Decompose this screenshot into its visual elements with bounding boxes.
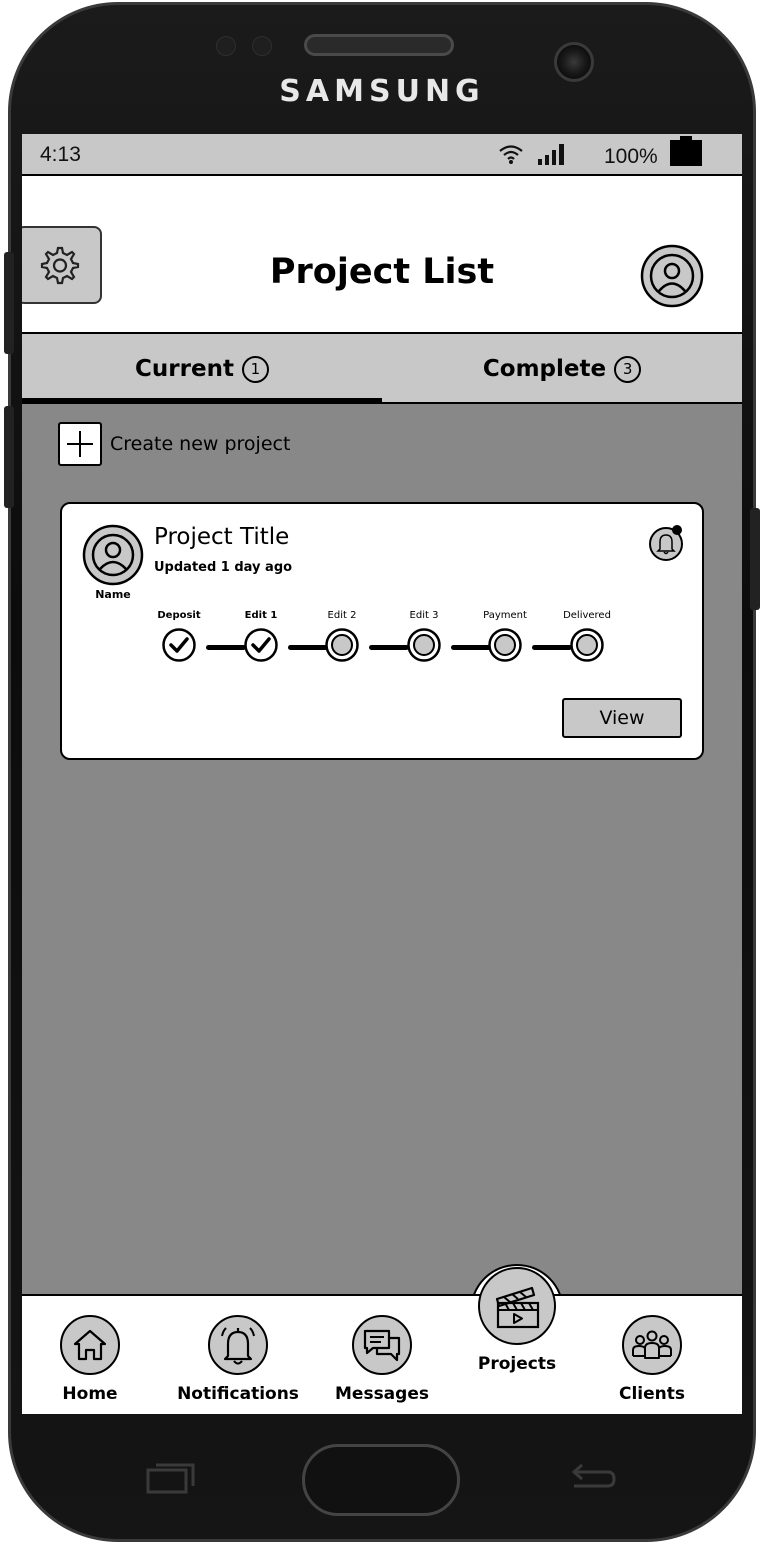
app-header: Project List — [22, 174, 742, 334]
bell-icon — [208, 1315, 268, 1375]
volume-up-button — [4, 252, 14, 354]
nav-home-label: Home — [62, 1384, 118, 1404]
clapperboard-icon — [478, 1267, 556, 1345]
status-time: 4:13 — [40, 143, 81, 166]
step-label: Edit 1 — [244, 610, 278, 621]
volume-down-button — [4, 406, 14, 508]
nav-notifications[interactable]: Notifications — [168, 1314, 308, 1404]
nav-messages[interactable]: Messages — [312, 1314, 452, 1404]
page-title: Project List — [269, 252, 495, 292]
battery-percentage: 100% — [604, 145, 658, 168]
pending-step-icon — [407, 628, 441, 662]
tab-complete-count: 3 — [614, 355, 642, 383]
step-edit-2: Edit 2 — [307, 608, 377, 662]
avatar — [82, 524, 144, 586]
project-card: Name Project Title Updated 1 day ago Dep… — [60, 502, 704, 760]
nav-projects-label: Projects — [477, 1354, 557, 1374]
power-button — [750, 508, 760, 610]
light-sensor — [252, 36, 272, 56]
create-project-button[interactable]: Create new project — [58, 422, 290, 466]
step-edit-1: Edit 1 — [226, 608, 296, 662]
tab-bar: Current 1 Complete 3 — [22, 334, 742, 404]
nav-clients[interactable]: Clients — [582, 1314, 722, 1404]
step-deposit: Deposit — [144, 608, 214, 662]
chat-icon — [352, 1315, 412, 1375]
check-icon — [162, 628, 196, 662]
nav-notifications-label: Notifications — [177, 1384, 299, 1404]
tab-current-label: Current — [135, 356, 234, 382]
recent-apps-key — [146, 1463, 195, 1494]
step-delivered: Delivered — [552, 608, 622, 662]
project-title: Project Title — [154, 524, 290, 550]
project-updated: Updated 1 day ago — [154, 560, 293, 575]
view-project-button[interactable]: View — [562, 698, 682, 738]
home-icon — [60, 1315, 120, 1375]
pending-step-icon — [325, 628, 359, 662]
brand-logo: SAMSUNG — [279, 74, 485, 109]
active-tab-indicator — [22, 398, 382, 402]
home-key — [302, 1444, 460, 1516]
step-label: Payment — [483, 610, 527, 621]
avatar-name: Name — [95, 588, 131, 601]
pending-step-icon — [488, 628, 522, 662]
nav-messages-label: Messages — [335, 1384, 429, 1404]
step-label: Delivered — [563, 610, 611, 621]
tab-current-count: 1 — [241, 355, 269, 383]
project-progress: Deposit Edit 1 Edit 2 Edit 3 Payment Del… — [154, 608, 624, 668]
bottom-nav: Home Notifications Messages Projects Cli… — [22, 1267, 742, 1414]
group-icon — [622, 1315, 682, 1375]
profile-button[interactable] — [640, 244, 704, 308]
battery-icon — [670, 136, 702, 166]
step-label: Deposit — [157, 610, 201, 621]
user-icon — [640, 244, 704, 308]
tab-complete[interactable]: Complete 3 — [382, 334, 742, 404]
nav-clients-label: Clients — [618, 1384, 685, 1404]
check-icon — [244, 628, 278, 662]
create-project-label: Create new project — [110, 433, 291, 455]
proximity-sensor — [216, 36, 236, 56]
tab-complete-label: Complete — [482, 356, 607, 382]
wifi-icon — [498, 142, 524, 172]
nav-projects[interactable]: Projects — [447, 1266, 587, 1374]
step-label: Edit 2 — [327, 610, 357, 621]
nav-home[interactable]: Home — [22, 1314, 160, 1404]
step-label: Edit 3 — [409, 610, 439, 621]
pending-step-icon — [570, 628, 604, 662]
bell-icon[interactable] — [648, 524, 686, 562]
earpiece-speaker — [304, 34, 454, 56]
screen: 4:13 100% Project List Current 1 Complet… — [22, 134, 742, 1414]
step-payment: Payment — [470, 608, 540, 662]
signal-icon — [536, 142, 568, 172]
back-key — [571, 1463, 616, 1488]
step-edit-3: Edit 3 — [389, 608, 459, 662]
plus-icon — [58, 422, 102, 466]
tab-current[interactable]: Current 1 — [22, 334, 382, 404]
status-bar: 4:13 100% — [22, 134, 742, 174]
